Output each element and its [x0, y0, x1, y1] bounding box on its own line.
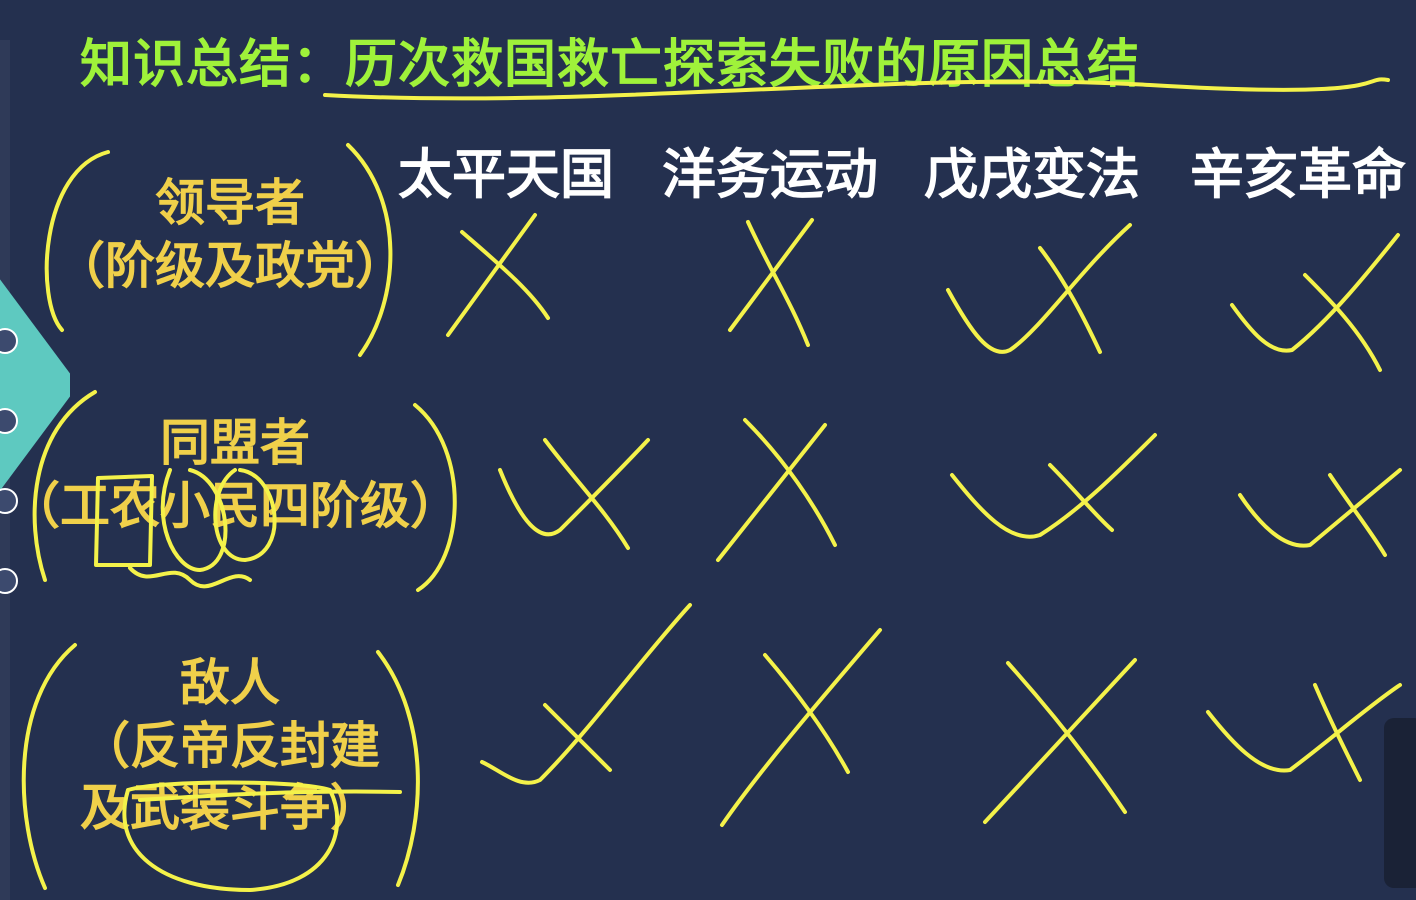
mark-r2c2 — [716, 418, 837, 562]
row-label-enemy-title: 敌人 — [180, 654, 280, 712]
column-header-yangwu: 洋务运动 — [662, 143, 878, 206]
mark-r1c3 — [946, 223, 1132, 354]
squiggle-under-nong — [128, 566, 252, 589]
row-label-ally-title: 同盟者 — [160, 414, 310, 472]
mark-r1c4 — [1230, 233, 1400, 372]
mark-r2c4 — [1238, 468, 1402, 557]
row-label-enemy-note-2: 及武装斗争） — [80, 779, 380, 837]
row-label-leader-title: 领导者 — [155, 174, 305, 232]
mark-r2c1 — [498, 438, 650, 550]
mark-r3c1 — [480, 603, 692, 785]
row-label-enemy-note-1: （反帝反封建 — [80, 716, 380, 775]
column-header-taiping: 太平天国 — [398, 143, 614, 206]
player-control-corner[interactable] — [1384, 718, 1416, 888]
column-header-wuxu: 戊戌变法 — [924, 143, 1140, 206]
mark-r3c4 — [1206, 683, 1402, 782]
row-label-ally: 同盟者 （工农小民四阶级） — [0, 412, 470, 537]
mark-r3c3 — [983, 658, 1137, 824]
row-label-leader: 领导者 （阶级及政党） — [40, 172, 420, 297]
mark-r1c2 — [728, 218, 814, 347]
side-dot-4[interactable] — [0, 568, 18, 594]
mark-r2c3 — [950, 433, 1157, 539]
mark-r1c1 — [446, 213, 550, 337]
slide: 知识总结：历次救国救亡探索失败的原因总结 太平天国 洋务运动 戊戌变法 辛亥革命… — [0, 0, 1416, 900]
row-label-ally-note: （工农小民四阶级） — [10, 476, 460, 535]
slide-title: 知识总结：历次救国救亡探索失败的原因总结 — [80, 35, 1141, 95]
row-label-leader-note: （阶级及政党） — [55, 236, 405, 295]
column-header-xinhai: 辛亥革命 — [1190, 143, 1406, 206]
mark-r3c2 — [720, 628, 882, 827]
row-label-enemy: 敌人 （反帝反封建 及武装斗争） — [40, 652, 420, 840]
